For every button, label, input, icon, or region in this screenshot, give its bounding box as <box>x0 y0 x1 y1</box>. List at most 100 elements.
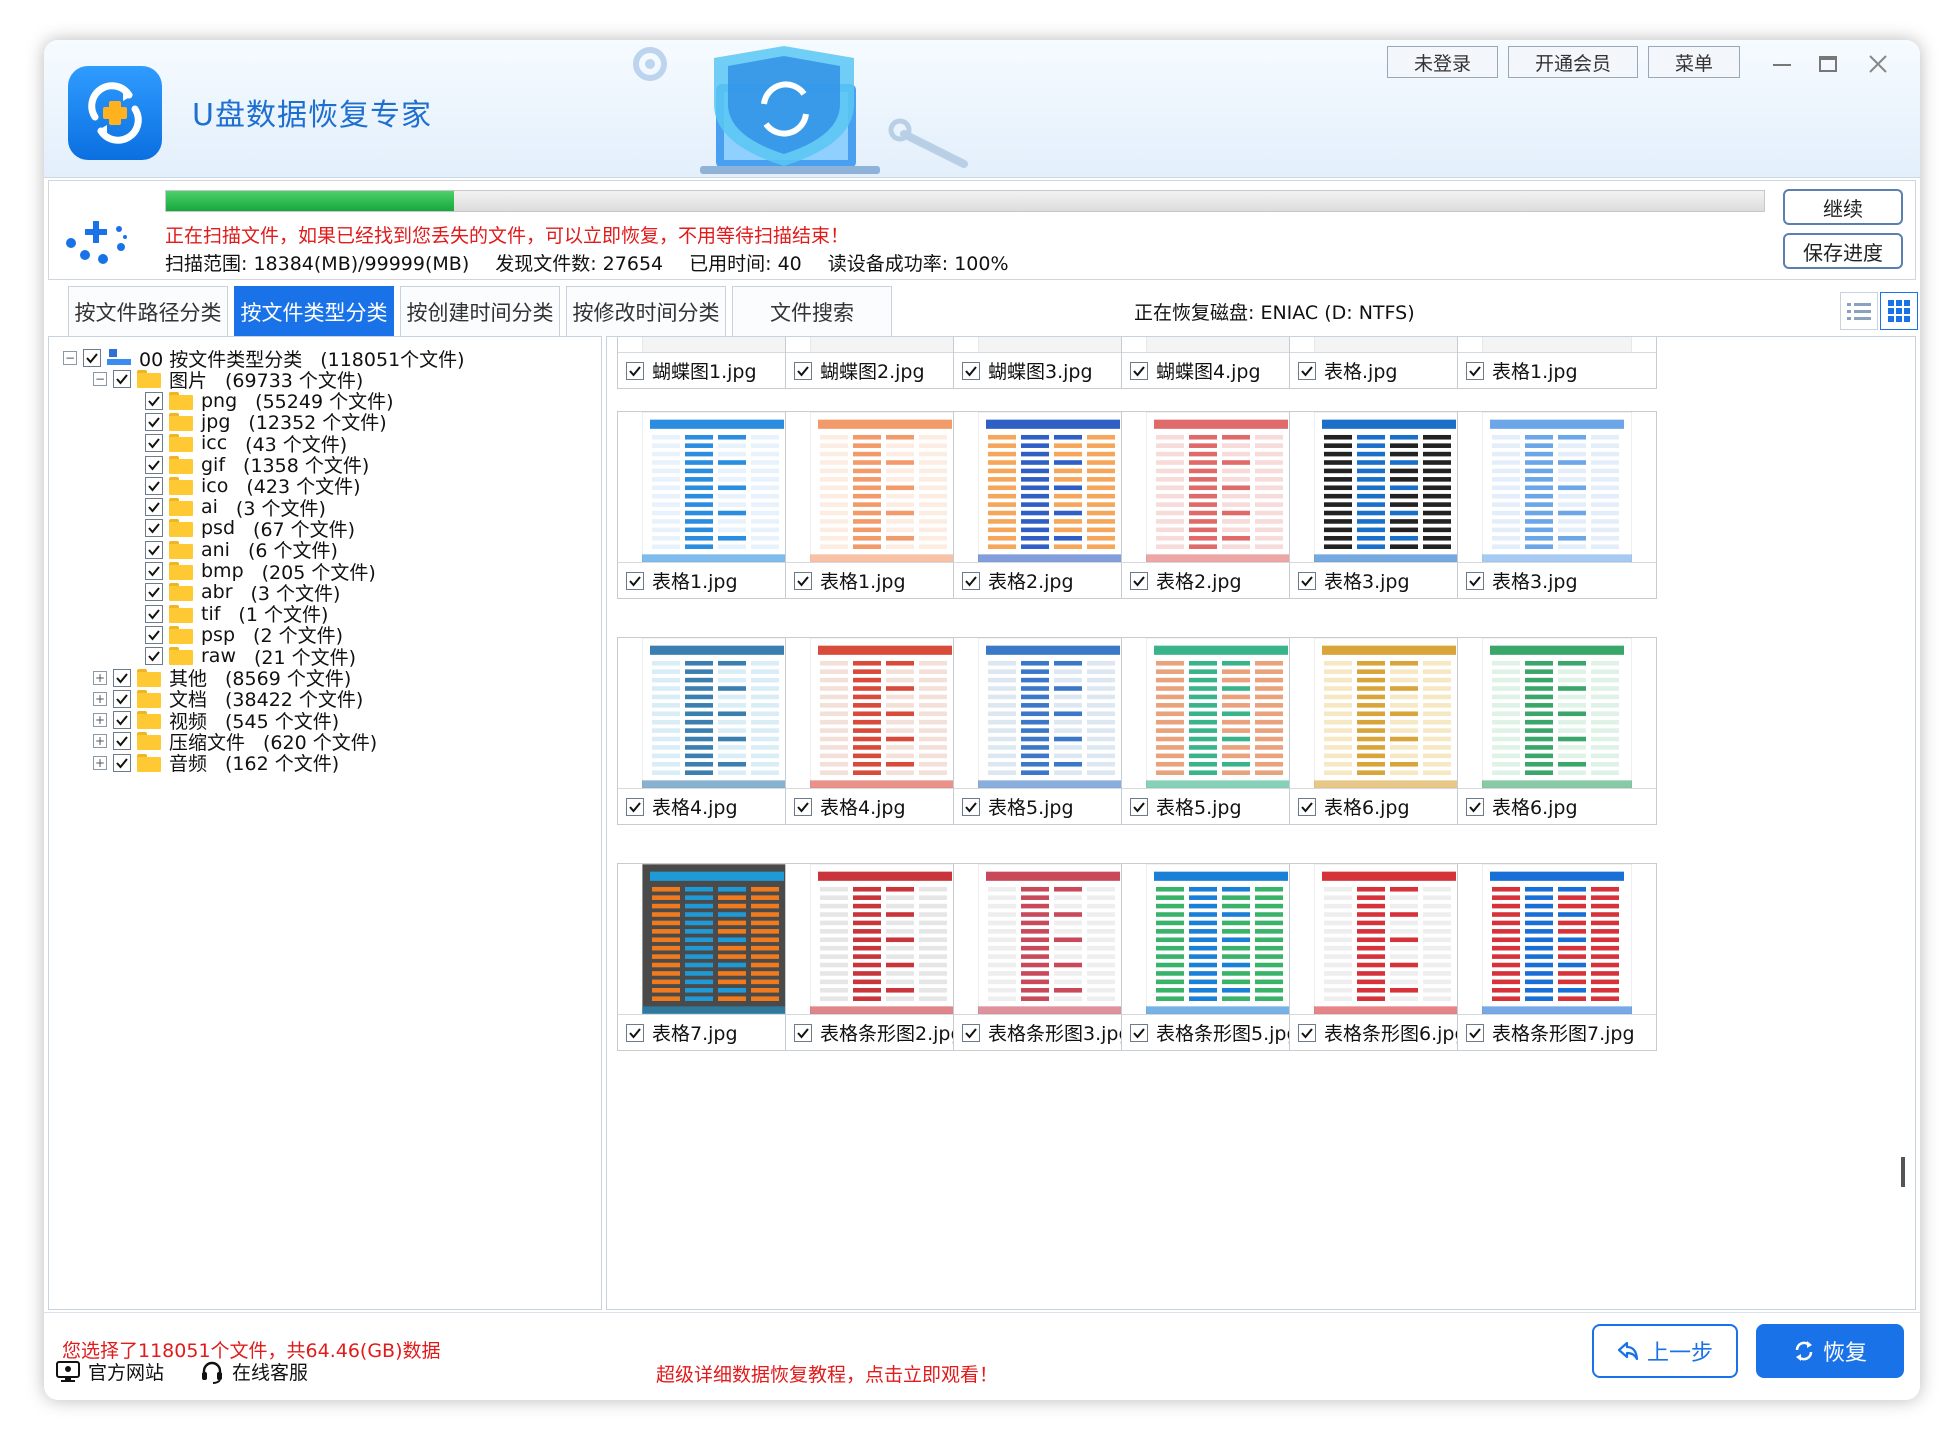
tree-checkbox[interactable] <box>145 604 163 623</box>
file-checkbox[interactable] <box>794 797 812 816</box>
tree-checkbox[interactable] <box>113 668 131 687</box>
expand-icon[interactable]: + <box>93 691 107 706</box>
folder-icon <box>169 562 193 580</box>
title-bar: U盘数据恢复专家 未登录 开通会员 菜单 <box>44 40 1920 178</box>
file-checkbox[interactable] <box>1298 571 1316 590</box>
grid-scrollbar[interactable] <box>1901 1157 1905 1187</box>
tree-checkbox[interactable] <box>113 370 131 389</box>
file-checkbox[interactable] <box>626 361 644 380</box>
file-checkbox[interactable] <box>962 1023 980 1042</box>
file-checkbox[interactable] <box>1130 571 1148 590</box>
login-button[interactable]: 未登录 <box>1386 46 1498 78</box>
file-thumbnail[interactable]: 表格3.jpg <box>1457 411 1657 599</box>
scan-read-rate: 读设备成功率: 100% <box>827 253 1009 275</box>
official-site-link[interactable]: 官方网站 <box>56 1358 164 1385</box>
tree-checkbox[interactable] <box>113 732 131 751</box>
file-name: 表格条形图6.jpg <box>1324 1023 1467 1045</box>
vip-button[interactable]: 开通会员 <box>1507 46 1638 78</box>
maximize-icon[interactable] <box>1812 48 1844 80</box>
refresh-icon <box>1795 1341 1813 1361</box>
file-checkbox[interactable] <box>1298 797 1316 816</box>
tree-checkbox[interactable] <box>145 412 163 431</box>
file-checkbox[interactable] <box>1466 571 1484 590</box>
file-checkbox[interactable] <box>1466 1023 1484 1042</box>
file-checkbox[interactable] <box>1130 361 1148 380</box>
file-checkbox[interactable] <box>626 1023 644 1042</box>
tree-checkbox[interactable] <box>113 753 131 772</box>
file-checkbox[interactable] <box>962 361 980 380</box>
expand-icon[interactable]: + <box>93 734 107 749</box>
previous-step-label: 上一步 <box>1646 1341 1713 1366</box>
folder-icon <box>137 370 161 389</box>
file-checkbox[interactable] <box>1298 361 1316 380</box>
tree-checkbox[interactable] <box>145 562 163 580</box>
tab-by-type[interactable]: 按文件类型分类 <box>234 286 394 336</box>
expand-icon[interactable]: + <box>93 670 107 685</box>
headset-icon <box>202 1361 222 1384</box>
tree-checkbox[interactable] <box>145 391 163 410</box>
main-window: U盘数据恢复专家 未登录 开通会员 菜单 正在扫描文件，如果已经找到您丢失的文件… <box>44 40 1920 1400</box>
drive-icon <box>107 349 131 367</box>
scan-progress-bar <box>165 190 1765 212</box>
tutorial-link[interactable]: 超级详细数据恢复教程，点击立即观看！ <box>656 1360 998 1387</box>
folder-icon <box>137 732 161 751</box>
list-view-icon[interactable] <box>1840 292 1878 330</box>
tree-checkbox[interactable] <box>145 498 163 517</box>
menu-button[interactable]: 菜单 <box>1647 46 1740 78</box>
file-name: 表格条形图2.jpg <box>820 1023 963 1045</box>
file-checkbox[interactable] <box>1466 797 1484 816</box>
expand-icon[interactable]: + <box>93 713 107 728</box>
scan-message: 正在扫描文件，如果已经找到您丢失的文件，可以立即恢复，不用等待扫描结束！ <box>165 225 850 247</box>
tab-by-created[interactable]: 按创建时间分类 <box>400 286 560 336</box>
tree-checkbox[interactable] <box>145 434 163 453</box>
official-site-label: 官方网站 <box>88 1362 165 1384</box>
tab-by-path[interactable]: 按文件路径分类 <box>68 286 228 336</box>
file-checkbox[interactable] <box>1466 361 1484 380</box>
file-checkbox[interactable] <box>962 797 980 816</box>
continue-button[interactable]: 继续 <box>1783 189 1903 225</box>
close-icon[interactable] <box>1862 48 1894 80</box>
file-thumbnail[interactable]: 表格条形图7.jpg <box>1457 863 1657 1051</box>
file-checkbox[interactable] <box>626 571 644 590</box>
recover-button[interactable]: 恢复 <box>1756 1324 1904 1378</box>
tree-item[interactable]: + 音频 (162 个文件) <box>93 750 339 776</box>
file-checkbox[interactable] <box>794 361 812 380</box>
minimize-icon[interactable] <box>1766 48 1798 80</box>
tree-checkbox[interactable] <box>145 625 163 644</box>
file-checkbox[interactable] <box>794 1023 812 1042</box>
file-thumbnail[interactable]: 表格6.jpg <box>1457 637 1657 825</box>
tree-checkbox[interactable] <box>145 476 163 495</box>
file-checkbox[interactable] <box>1130 1023 1148 1042</box>
file-thumbnail-grid: 蝴蝶图1.jpg 蝴蝶图2.jpg 蝴蝶图3.jpg 蝴蝶图4.jpg 表格.jpg 表格… <box>606 336 1916 1310</box>
tree-checkbox[interactable] <box>145 519 163 538</box>
file-checkbox[interactable] <box>962 571 980 590</box>
tree-item-name: 音频 <box>169 753 208 776</box>
tree-checkbox[interactable] <box>113 689 131 708</box>
file-preview-image <box>1458 638 1656 788</box>
file-checkbox[interactable] <box>626 797 644 816</box>
tree-checkbox[interactable] <box>145 583 163 602</box>
tab-file-search[interactable]: 文件搜索 <box>732 286 892 336</box>
grid-view-icon[interactable] <box>1880 292 1918 330</box>
file-checkbox[interactable] <box>1130 797 1148 816</box>
folder-icon <box>169 540 193 559</box>
previous-step-button[interactable]: 上一步 <box>1592 1324 1738 1378</box>
tree-checkbox[interactable] <box>145 647 163 666</box>
folder-icon <box>169 647 193 666</box>
tree-checkbox[interactable] <box>113 711 131 730</box>
file-checkbox[interactable] <box>794 571 812 590</box>
collapse-icon[interactable]: − <box>93 372 107 387</box>
tree-checkbox[interactable] <box>83 349 101 367</box>
file-checkbox[interactable] <box>1298 1023 1316 1042</box>
save-progress-button[interactable]: 保存进度 <box>1783 233 1903 269</box>
tree-checkbox[interactable] <box>145 455 163 474</box>
tree-checkbox[interactable] <box>145 540 163 559</box>
scanning-dots-icon <box>66 221 127 264</box>
tab-by-modified[interactable]: 按修改时间分类 <box>566 286 726 336</box>
folder-icon <box>169 434 193 453</box>
file-name: 表格6.jpg <box>1492 797 1578 819</box>
file-thumbnail[interactable]: 表格1.jpg <box>1457 337 1657 389</box>
online-service-link[interactable]: 在线客服 <box>200 1358 308 1385</box>
expand-icon[interactable]: + <box>93 755 107 770</box>
collapse-icon[interactable]: − <box>63 351 77 365</box>
